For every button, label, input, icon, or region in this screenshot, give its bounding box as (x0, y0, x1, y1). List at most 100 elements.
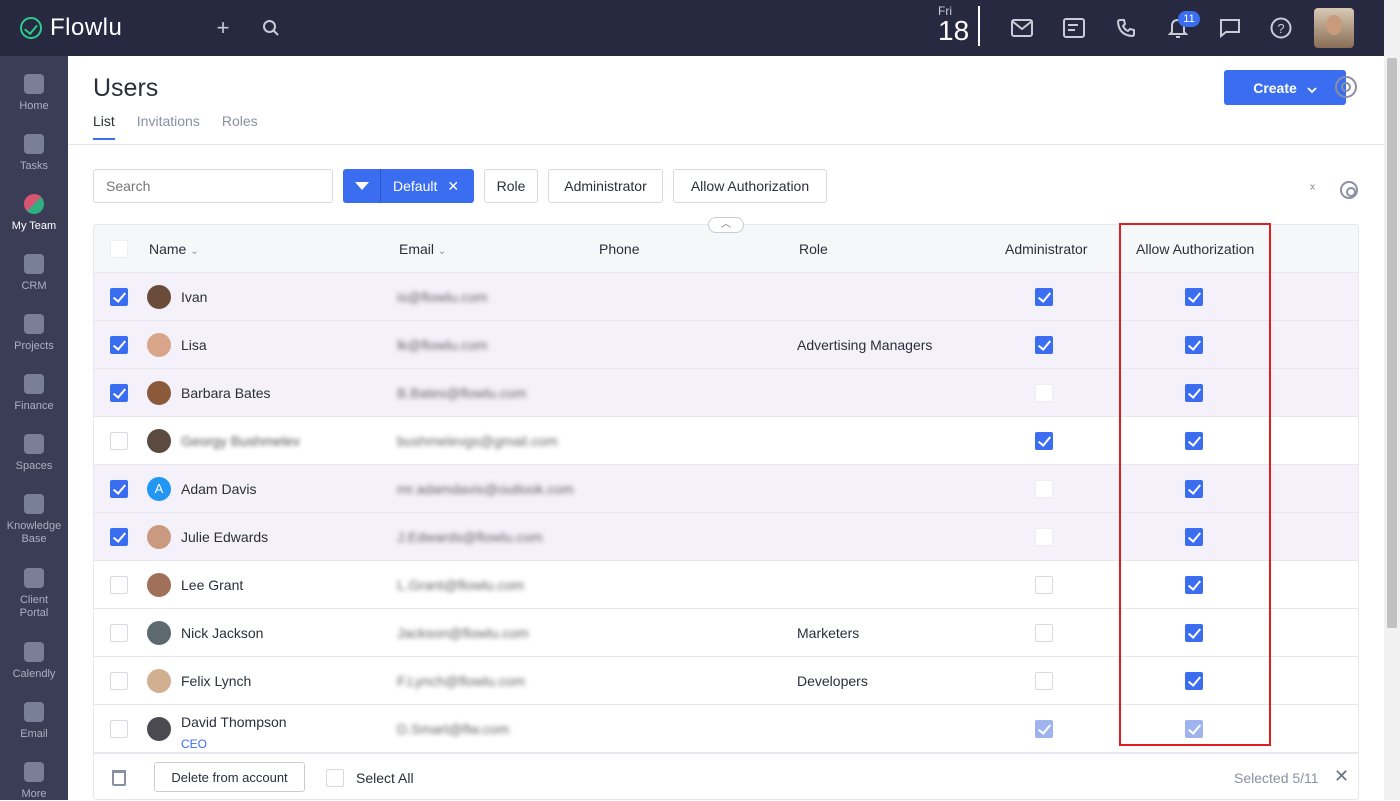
administrator-checkbox[interactable] (1035, 480, 1053, 498)
sidebar-item-finance[interactable]: Finance (0, 374, 68, 413)
phone-icon[interactable] (1112, 14, 1140, 42)
search-input[interactable] (93, 169, 333, 203)
administrator-checkbox[interactable] (1035, 336, 1053, 354)
sidebar-item-my-team[interactable]: My Team (0, 194, 68, 233)
avatar[interactable] (147, 525, 171, 549)
row-select-checkbox[interactable] (110, 624, 128, 642)
administrator-checkbox[interactable] (1035, 384, 1053, 402)
close-icon[interactable]: ✕ (1334, 766, 1349, 787)
app-logo[interactable]: Flowlu (20, 14, 122, 42)
app-name: Flowlu (50, 14, 123, 41)
sidebar-item-projects[interactable]: Projects (0, 314, 68, 353)
notes-icon[interactable] (1060, 14, 1088, 42)
row-select-checkbox[interactable] (110, 336, 128, 354)
filter-administrator-button[interactable]: Administrator (548, 169, 663, 203)
avatar[interactable] (147, 573, 171, 597)
tab-list[interactable]: List (93, 113, 115, 140)
delete-from-account-button[interactable]: Delete from account (154, 762, 305, 792)
user-name[interactable]: Julie Edwards (181, 529, 268, 545)
row-select-checkbox[interactable] (110, 528, 128, 546)
create-button[interactable]: Create (1224, 70, 1346, 105)
sidebar-item-crm[interactable]: CRM (0, 254, 68, 293)
clear-filter-icon[interactable]: ✕ (437, 178, 459, 195)
avatar[interactable] (147, 621, 171, 645)
client-portal-icon (24, 568, 44, 588)
administrator-checkbox[interactable] (1035, 576, 1053, 594)
avatar[interactable] (147, 381, 171, 405)
tab-invitations[interactable]: Invitations (137, 113, 200, 140)
avatar[interactable] (147, 717, 171, 741)
user-name[interactable]: Lee Grant (181, 577, 243, 593)
administrator-checkbox[interactable] (1035, 624, 1053, 642)
chevron-down-icon (1307, 80, 1317, 96)
user-avatar[interactable] (1314, 8, 1354, 48)
user-name[interactable]: Nick Jackson (181, 625, 263, 641)
user-name[interactable]: Felix Lynch (181, 673, 251, 689)
row-select-checkbox[interactable] (110, 288, 128, 306)
select-all-label[interactable]: Select All (356, 770, 414, 786)
mail-icon[interactable] (1008, 14, 1036, 42)
administrator-checkbox[interactable] (1035, 528, 1053, 546)
filter-role-button[interactable]: Role (484, 169, 538, 203)
sidebar-item-more[interactable]: More (0, 762, 68, 801)
date-widget[interactable]: Fri 18 (938, 4, 969, 45)
collapse-columns-icon[interactable]: ⌄ ⌃ (1308, 179, 1317, 198)
administrator-checkbox[interactable] (1035, 672, 1053, 690)
column-header-email[interactable]: Email ⌄ (399, 241, 446, 257)
column-header-name[interactable]: Name ⌄ (149, 241, 199, 257)
page-scrollbar[interactable] (1384, 0, 1400, 800)
tab-roles[interactable]: Roles (222, 113, 258, 140)
sidebar-item-knowledge-base[interactable]: Knowledge Base (0, 494, 68, 546)
user-email: L.Grant@flowlu.com (397, 577, 525, 593)
page-settings-gear-icon[interactable] (1335, 76, 1357, 98)
sidebar-item-spaces[interactable]: Spaces (0, 434, 68, 473)
plus-icon[interactable]: + (209, 14, 237, 42)
user-name[interactable]: Georgy Bushmelev (181, 433, 300, 449)
projects-icon (24, 314, 44, 334)
row-select-checkbox[interactable] (110, 480, 128, 498)
sidebar-item-home[interactable]: Home (0, 74, 68, 113)
row-select-checkbox[interactable] (110, 432, 128, 450)
top-bar: Flowlu + Fri 18 11 ? (0, 0, 1400, 56)
knowledge-base-icon (24, 494, 44, 514)
sidebar-item-tasks[interactable]: Tasks (0, 134, 68, 173)
table-settings-gear-icon[interactable] (1340, 181, 1358, 199)
column-header-role[interactable]: Role (799, 241, 828, 257)
avatar[interactable] (147, 429, 171, 453)
search-icon[interactable] (257, 14, 285, 42)
avatar[interactable] (147, 285, 171, 309)
column-header-phone[interactable]: Phone (599, 241, 639, 257)
row-select-checkbox[interactable] (110, 720, 128, 738)
administrator-checkbox[interactable] (1035, 288, 1053, 306)
user-name[interactable]: Barbara Bates (181, 385, 271, 401)
avatar[interactable] (147, 333, 171, 357)
administrator-checkbox[interactable] (1035, 720, 1053, 738)
user-name[interactable]: Adam Davis (181, 481, 256, 497)
trash-icon[interactable] (112, 770, 126, 786)
row-select-checkbox[interactable] (110, 576, 128, 594)
user-email: B.Bates@flowlu.com (397, 385, 527, 401)
filter-allow-authorization-button[interactable]: Allow Authorization (673, 169, 827, 203)
user-email: J.Edwards@flowlu.com (397, 529, 543, 545)
row-select-checkbox[interactable] (110, 672, 128, 690)
avatar[interactable]: A (147, 477, 171, 501)
filter-funnel-icon[interactable] (343, 169, 381, 203)
sidebar-item-email[interactable]: Email (0, 702, 68, 741)
user-name[interactable]: Lisa (181, 337, 207, 353)
row-select-checkbox[interactable] (110, 384, 128, 402)
scrollbar-thumb[interactable] (1387, 58, 1397, 628)
user-role: Marketers (797, 625, 860, 641)
user-name[interactable]: Ivan (181, 289, 207, 305)
active-filter-chip[interactable]: Default ✕ (343, 169, 474, 203)
column-header-administrator[interactable]: Administrator (1005, 241, 1087, 257)
sidebar-item-client-portal[interactable]: Client Portal (0, 568, 68, 620)
help-icon[interactable]: ? (1267, 14, 1295, 42)
sidebar-item-calendly[interactable]: Calendly (0, 642, 68, 681)
collapse-filters-toggle[interactable]: ︿ (708, 217, 744, 233)
header-select-checkbox[interactable] (110, 240, 128, 258)
administrator-checkbox[interactable] (1035, 432, 1053, 450)
avatar[interactable] (147, 669, 171, 693)
user-name[interactable]: David Thompson (181, 714, 287, 730)
chat-icon[interactable] (1216, 14, 1244, 42)
select-all-checkbox[interactable] (326, 769, 344, 787)
